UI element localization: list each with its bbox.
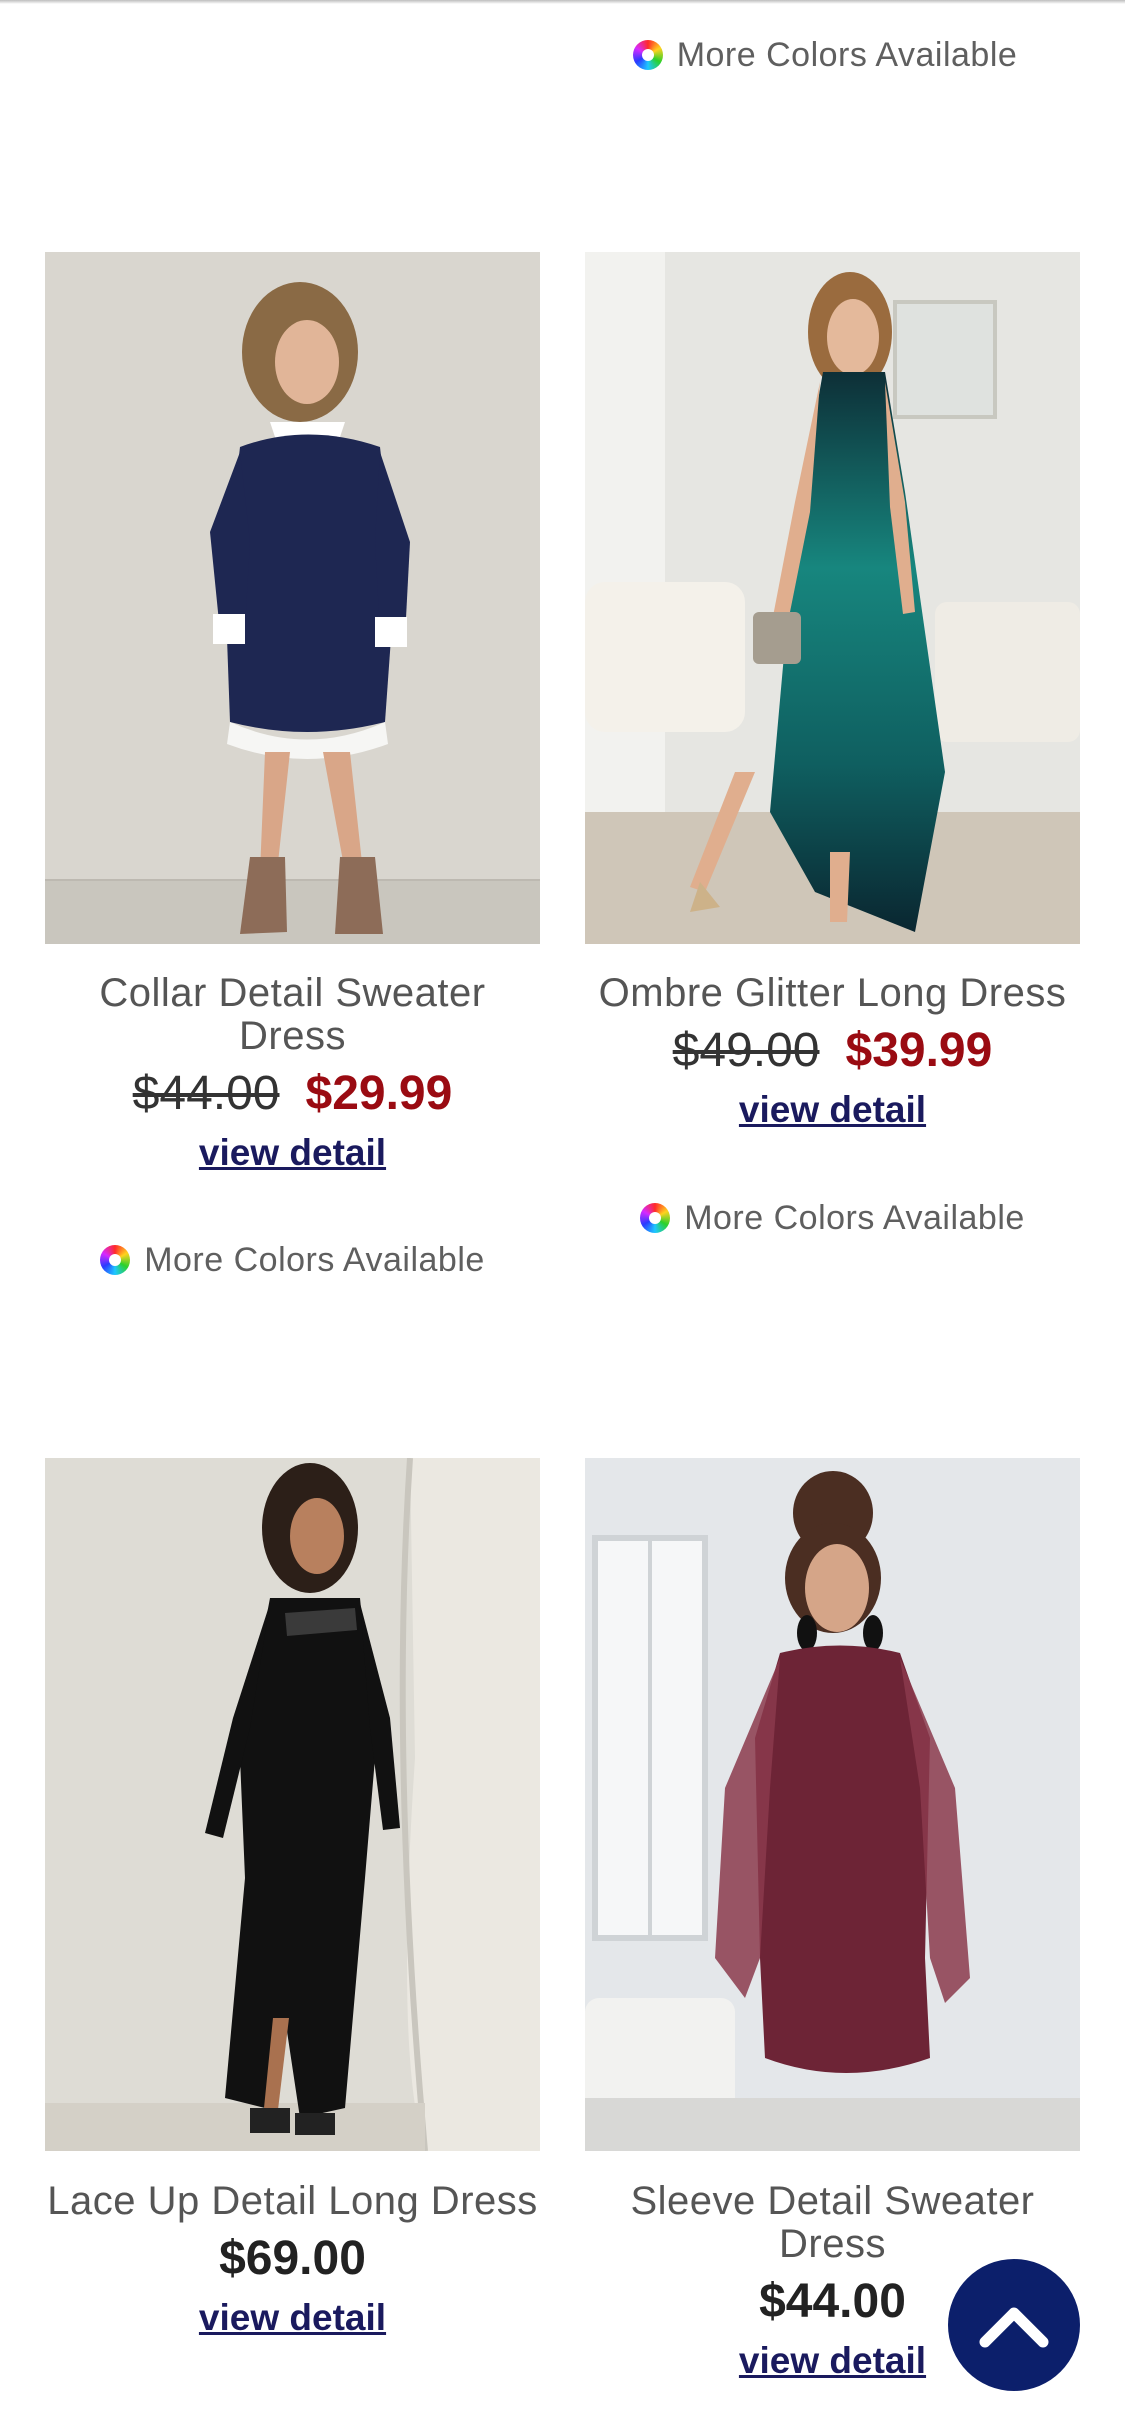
more-colors-label: More Colors Available [684, 1198, 1025, 1237]
chevron-up-icon [979, 2307, 1049, 2348]
product-card-collar-detail: Collar Detail Sweater Dress $44.00 $29.9… [45, 972, 540, 1178]
price: $44.00 [759, 2275, 906, 2328]
view-detail-link[interactable]: view detail [739, 1085, 926, 1135]
product-card-lace-up-detail: Lace Up Detail Long Dress $69.00 view de… [45, 2180, 540, 2343]
price: $69.00 [219, 2232, 366, 2285]
more-colors-label: More Colors Available [144, 1240, 485, 1279]
view-detail-wrap: view detail [45, 2293, 540, 2343]
product-card-ombre-glitter: Ombre Glitter Long Dress $49.00 $39.99 v… [585, 972, 1080, 1135]
price-row: $69.00 [45, 2229, 540, 2289]
product-name: Collar Detail Sweater Dress [99, 971, 486, 1058]
dress-photo [585, 252, 1080, 944]
more-colors-link[interactable]: More Colors Available [585, 1193, 1080, 1243]
product-image-lace-up-detail-long-dress[interactable] [45, 1458, 540, 2151]
view-detail-link[interactable]: view detail [199, 1128, 386, 1178]
product-listing-page: More Colors Available Collar Detail Swea… [0, 0, 1125, 2436]
product-image-collar-detail-sweater-dress[interactable] [45, 252, 540, 944]
sale-price: $39.99 [845, 1024, 993, 1077]
price-row: $44.00 $29.99 [45, 1064, 540, 1124]
product-name: Ombre Glitter Long Dress [598, 971, 1067, 1015]
view-detail-wrap: view detail [45, 1128, 540, 1178]
view-detail-wrap: view detail [585, 1085, 1080, 1135]
header-shadow [0, 0, 1125, 4]
dress-photo [585, 1458, 1080, 2151]
original-price: $44.00 [132, 1067, 280, 1120]
view-detail-link[interactable]: view detail [739, 2336, 926, 2386]
color-wheel-icon [640, 1203, 671, 1233]
more-colors-label: More Colors Available [676, 35, 1018, 74]
view-detail-link[interactable]: view detail [199, 2293, 386, 2343]
more-colors-link[interactable]: More Colors Available [585, 30, 1065, 80]
dress-photo [45, 1458, 540, 2151]
product-name: Sleeve Detail Sweater Dress [630, 2179, 1035, 2266]
product-image-sleeve-detail-sweater-dress[interactable] [585, 1458, 1080, 2151]
original-price: $49.00 [672, 1024, 820, 1077]
sale-price: $29.99 [305, 1067, 453, 1120]
dress-photo [45, 252, 540, 944]
product-name: Lace Up Detail Long Dress [47, 2179, 538, 2223]
price-row: $49.00 $39.99 [585, 1021, 1080, 1081]
more-colors-link[interactable]: More Colors Available [45, 1235, 540, 1285]
color-wheel-icon [100, 1245, 131, 1275]
color-wheel-icon [632, 40, 663, 70]
product-image-ombre-glitter-long-dress[interactable] [585, 252, 1080, 944]
scroll-to-top-button[interactable] [948, 2259, 1080, 2391]
